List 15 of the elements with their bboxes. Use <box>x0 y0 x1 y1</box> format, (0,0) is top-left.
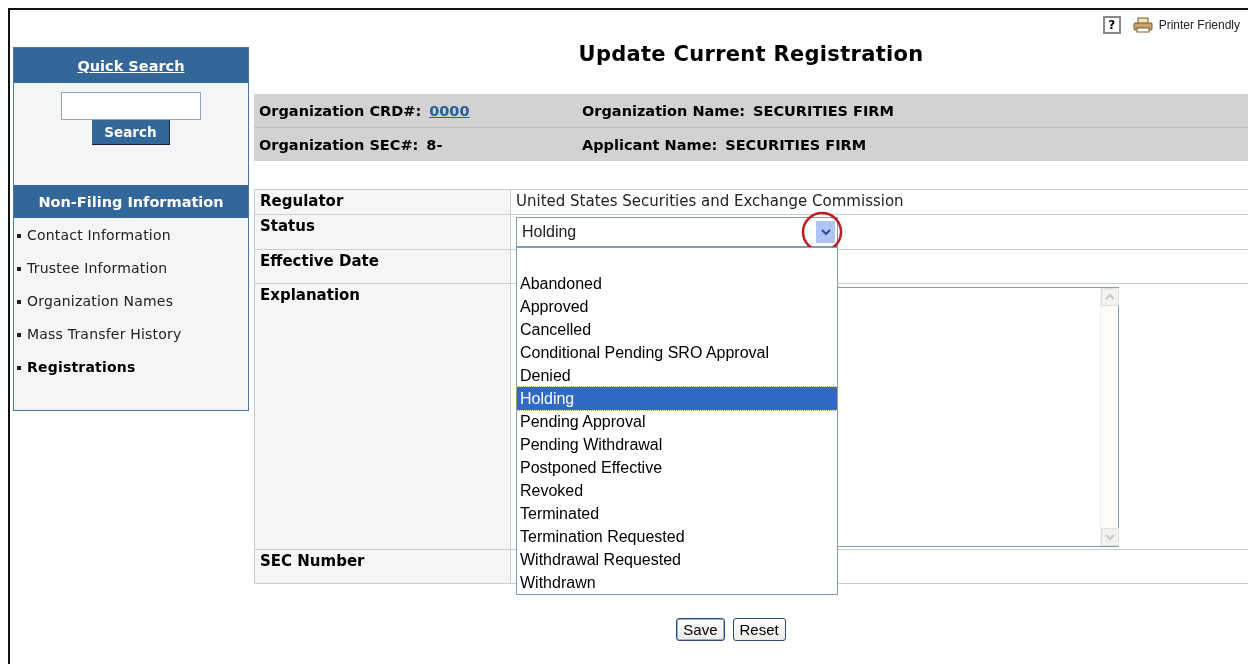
page-title: Update Current Registration <box>577 42 925 68</box>
header-value: SECURITIES FIRM <box>725 136 867 153</box>
header-label: Organization CRD#: <box>259 102 422 119</box>
field-label: Effective Date <box>254 250 511 283</box>
header-value: SECURITIES FIRM <box>753 102 894 119</box>
header-label: Applicant Name: <box>582 136 718 153</box>
field-label: Regulator <box>254 190 511 214</box>
field-label: Status <box>254 215 511 249</box>
section-title: Non-Filing Information <box>14 185 248 218</box>
header-label: Organization SEC#: <box>259 136 419 153</box>
regulator-value: United States Securities and Exchange Commission <box>516 192 904 210</box>
field-label: SEC Number <box>254 550 511 583</box>
header-label: Organization Name: <box>582 102 746 119</box>
header-value: 8- <box>426 136 443 153</box>
field-label: Explanation <box>254 284 511 549</box>
